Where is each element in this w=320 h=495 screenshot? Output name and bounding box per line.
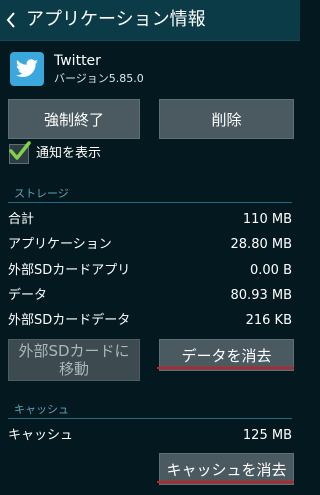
clear-cache-underline (157, 481, 294, 483)
storage-row-value: 28.80 MB (230, 237, 292, 252)
checkmark-icon (9, 141, 31, 160)
storage-row-label: アプリケーション (8, 237, 112, 252)
storage-row-value: 80.93 MB (230, 288, 292, 303)
app-name: Twitter (54, 53, 101, 69)
clear-data-underline (157, 367, 294, 369)
storage-divider (8, 202, 292, 203)
uninstall-label: 削除 (211, 110, 242, 129)
move-to-sd-card-button[interactable]: 外部SDカードに 移動 (8, 339, 140, 381)
cache-row-label: キャッシュ (8, 428, 74, 443)
chevron-left-icon[interactable] (6, 11, 16, 29)
force-stop-button[interactable]: 強制終了 (8, 99, 140, 139)
show-notifications-label: 通知を表示 (36, 146, 102, 161)
twitter-bird-icon (10, 52, 44, 86)
move-to-sd-card-label-line2: 移動 (58, 360, 89, 378)
storage-row-label: データ (8, 288, 48, 303)
uninstall-button[interactable]: 削除 (159, 99, 294, 139)
cache-section-title: キャッシュ (14, 403, 69, 416)
clear-data-label: データを消去 (181, 346, 272, 365)
storage-row-label: 合計 (8, 212, 35, 227)
storage-row-label: 外部SDカードアプリ (8, 263, 131, 278)
storage-row-value: 0.00 B (250, 263, 292, 278)
storage-row-value: 110 MB (242, 212, 292, 227)
app-version: バージョン5.85.0 (54, 72, 144, 85)
move-to-sd-card-label-line1: 外部SDカードに (18, 342, 130, 360)
cache-row-value: 125 MB (242, 428, 292, 443)
storage-row-value: 216 KB (245, 313, 292, 328)
page-title: アプリケーション情報 (26, 9, 206, 30)
clear-cache-label: キャッシュを消去 (166, 460, 287, 479)
cache-divider (8, 418, 292, 419)
force-stop-label: 強制終了 (43, 110, 104, 129)
storage-section-title: ストレージ (14, 187, 69, 200)
storage-row-label: 外部SDカードデータ (8, 313, 131, 328)
